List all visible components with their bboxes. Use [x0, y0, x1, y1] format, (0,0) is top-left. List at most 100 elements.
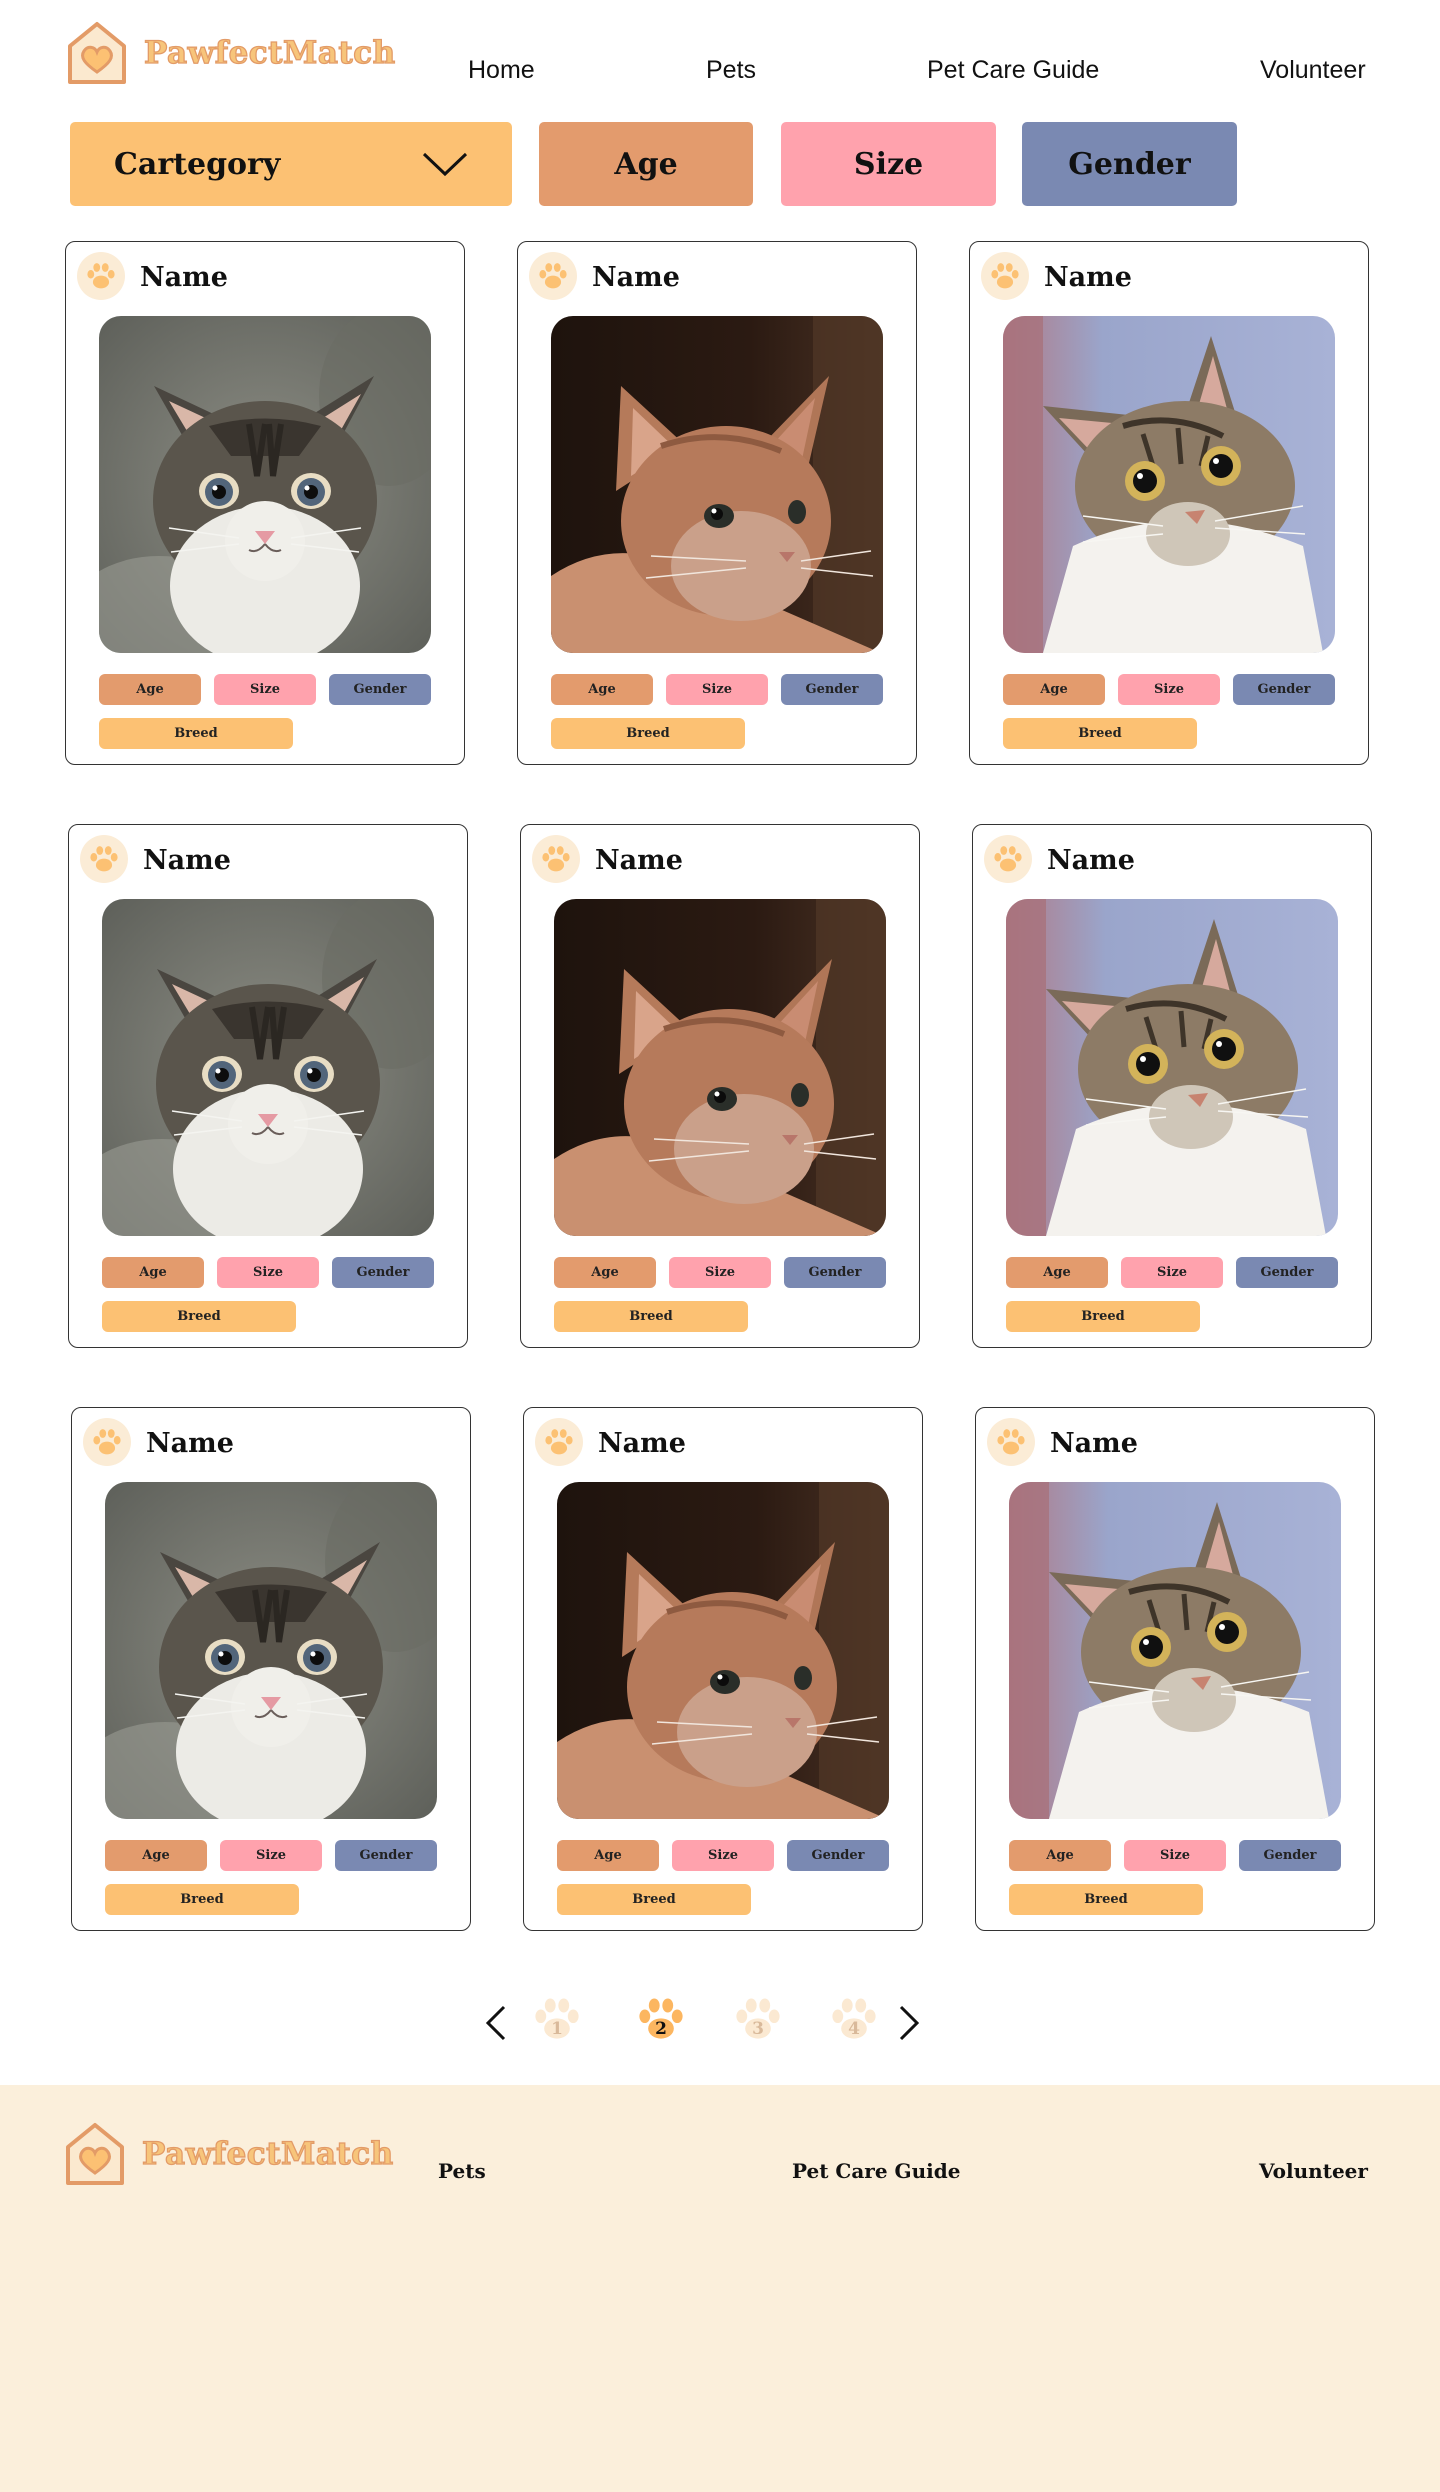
pet-age-tag: Age	[554, 1257, 656, 1288]
pet-card[interactable]: Name Age Size Gender Breed	[975, 1407, 1375, 1931]
brand-logo[interactable]: PawfectMatch	[66, 20, 396, 86]
footer: PawfectMatch Pets Pet Care Guide Volunte…	[0, 2085, 1440, 2492]
pet-name: Name	[1047, 845, 1135, 876]
pet-gender-tag: Gender	[784, 1257, 886, 1288]
pet-breed-tag: Breed	[105, 1884, 299, 1915]
pet-card[interactable]: Name Age Size Gender Breed	[65, 241, 465, 765]
pet-breed-tag: Breed	[1003, 718, 1197, 749]
pet-card[interactable]: Name Age Size Gender Breed	[71, 1407, 471, 1931]
pet-photo[interactable]	[557, 1482, 889, 1819]
gender-filter[interactable]: Gender	[1022, 122, 1237, 206]
pet-age-tag: Age	[1009, 1840, 1111, 1871]
pet-photo[interactable]	[1009, 1482, 1341, 1819]
paw-icon	[77, 252, 125, 300]
pet-gender-tag: Gender	[1239, 1840, 1341, 1871]
age-filter[interactable]: Age	[539, 122, 753, 206]
pet-age-tag: Age	[557, 1840, 659, 1871]
size-filter-label: Size	[853, 146, 924, 182]
pet-size-tag: Size	[214, 674, 316, 705]
pet-size-tag: Size	[669, 1257, 771, 1288]
chevron-down-icon	[422, 152, 468, 177]
paw-icon	[83, 1418, 131, 1466]
age-filter-label: Age	[614, 146, 678, 182]
pet-gender-tag: Gender	[1236, 1257, 1338, 1288]
paw-icon	[987, 1418, 1035, 1466]
pet-breed-tag: Breed	[99, 718, 293, 749]
pet-age-tag: Age	[99, 674, 201, 705]
page-1-button[interactable]: 1	[528, 1992, 586, 2046]
pet-age-tag: Age	[551, 674, 653, 705]
pet-breed-tag: Breed	[551, 718, 745, 749]
paw-icon	[532, 835, 580, 883]
page-number: 1	[551, 2019, 563, 2039]
chevron-right-icon[interactable]	[898, 2005, 920, 2041]
pet-card[interactable]: Name Age Size Gender Breed	[969, 241, 1369, 765]
pet-card[interactable]: Name Age Size Gender Breed	[523, 1407, 923, 1931]
chevron-left-icon[interactable]	[485, 2005, 507, 2041]
pet-photo[interactable]	[554, 899, 886, 1236]
pet-photo[interactable]	[105, 1482, 437, 1819]
nav-home[interactable]: Home	[468, 56, 535, 85]
pet-card[interactable]: Name Age Size Gender Breed	[517, 241, 917, 765]
gender-filter-label: Gender	[1068, 146, 1191, 182]
pet-card[interactable]: Name Age Size Gender Breed	[68, 824, 468, 1348]
pet-photo[interactable]	[99, 316, 431, 653]
pet-gender-tag: Gender	[1233, 674, 1335, 705]
nav-pets[interactable]: Pets	[706, 56, 756, 85]
nav-volunteer[interactable]: Volunteer	[1260, 56, 1366, 85]
pet-age-tag: Age	[102, 1257, 204, 1288]
paw-icon	[529, 252, 577, 300]
house-heart-icon	[68, 22, 126, 84]
pet-size-tag: Size	[217, 1257, 319, 1288]
pet-breed-tag: Breed	[102, 1301, 296, 1332]
brand-name: PawfectMatch	[143, 34, 396, 71]
pet-age-tag: Age	[105, 1840, 207, 1871]
pet-gender-tag: Gender	[787, 1840, 889, 1871]
pet-size-tag: Size	[1118, 674, 1220, 705]
pet-photo[interactable]	[1003, 316, 1335, 653]
pet-breed-tag: Breed	[554, 1301, 748, 1332]
paw-icon	[981, 252, 1029, 300]
pet-size-tag: Size	[666, 674, 768, 705]
pet-name: Name	[598, 1428, 686, 1459]
pet-breed-tag: Breed	[1006, 1301, 1200, 1332]
paw-icon	[535, 1418, 583, 1466]
pet-gender-tag: Gender	[781, 674, 883, 705]
pet-breed-tag: Breed	[1009, 1884, 1203, 1915]
footer-logo[interactable]: PawfectMatch	[64, 2121, 394, 2187]
page-3-button[interactable]: 3	[729, 1992, 787, 2046]
paw-icon	[984, 835, 1032, 883]
pet-size-tag: Size	[1121, 1257, 1223, 1288]
page-number: 3	[752, 2019, 764, 2039]
nav-pet-care-guide[interactable]: Pet Care Guide	[927, 56, 1099, 85]
pet-name: Name	[140, 262, 228, 293]
page-4-button[interactable]: 4	[825, 1992, 883, 2046]
pet-name: Name	[1050, 1428, 1138, 1459]
pet-card[interactable]: Name Age Size Gender Breed	[972, 824, 1372, 1348]
footer-link-pet-care-guide[interactable]: Pet Care Guide	[792, 2159, 960, 2183]
size-filter[interactable]: Size	[781, 122, 996, 206]
pet-gender-tag: Gender	[332, 1257, 434, 1288]
pet-size-tag: Size	[220, 1840, 322, 1871]
pet-gender-tag: Gender	[335, 1840, 437, 1871]
pet-name: Name	[595, 845, 683, 876]
pet-breed-tag: Breed	[557, 1884, 751, 1915]
pet-name: Name	[146, 1428, 234, 1459]
footer-link-pets[interactable]: Pets	[438, 2159, 486, 2183]
pet-card[interactable]: Name Age Size Gender Breed	[520, 824, 920, 1348]
pet-size-tag: Size	[672, 1840, 774, 1871]
paw-icon	[80, 835, 128, 883]
footer-brand-name: PawfectMatch	[141, 2135, 394, 2172]
page-2-button[interactable]: 2	[632, 1992, 690, 2046]
page-number: 4	[848, 2019, 860, 2039]
footer-link-volunteer[interactable]: Volunteer	[1259, 2159, 1368, 2183]
pet-photo[interactable]	[102, 899, 434, 1236]
pet-photo[interactable]	[551, 316, 883, 653]
category-filter[interactable]: Cartegory	[70, 122, 512, 206]
pet-age-tag: Age	[1003, 674, 1105, 705]
house-heart-icon	[66, 2123, 124, 2185]
pet-gender-tag: Gender	[329, 674, 431, 705]
pet-name: Name	[592, 262, 680, 293]
pet-name: Name	[143, 845, 231, 876]
pet-photo[interactable]	[1006, 899, 1338, 1236]
